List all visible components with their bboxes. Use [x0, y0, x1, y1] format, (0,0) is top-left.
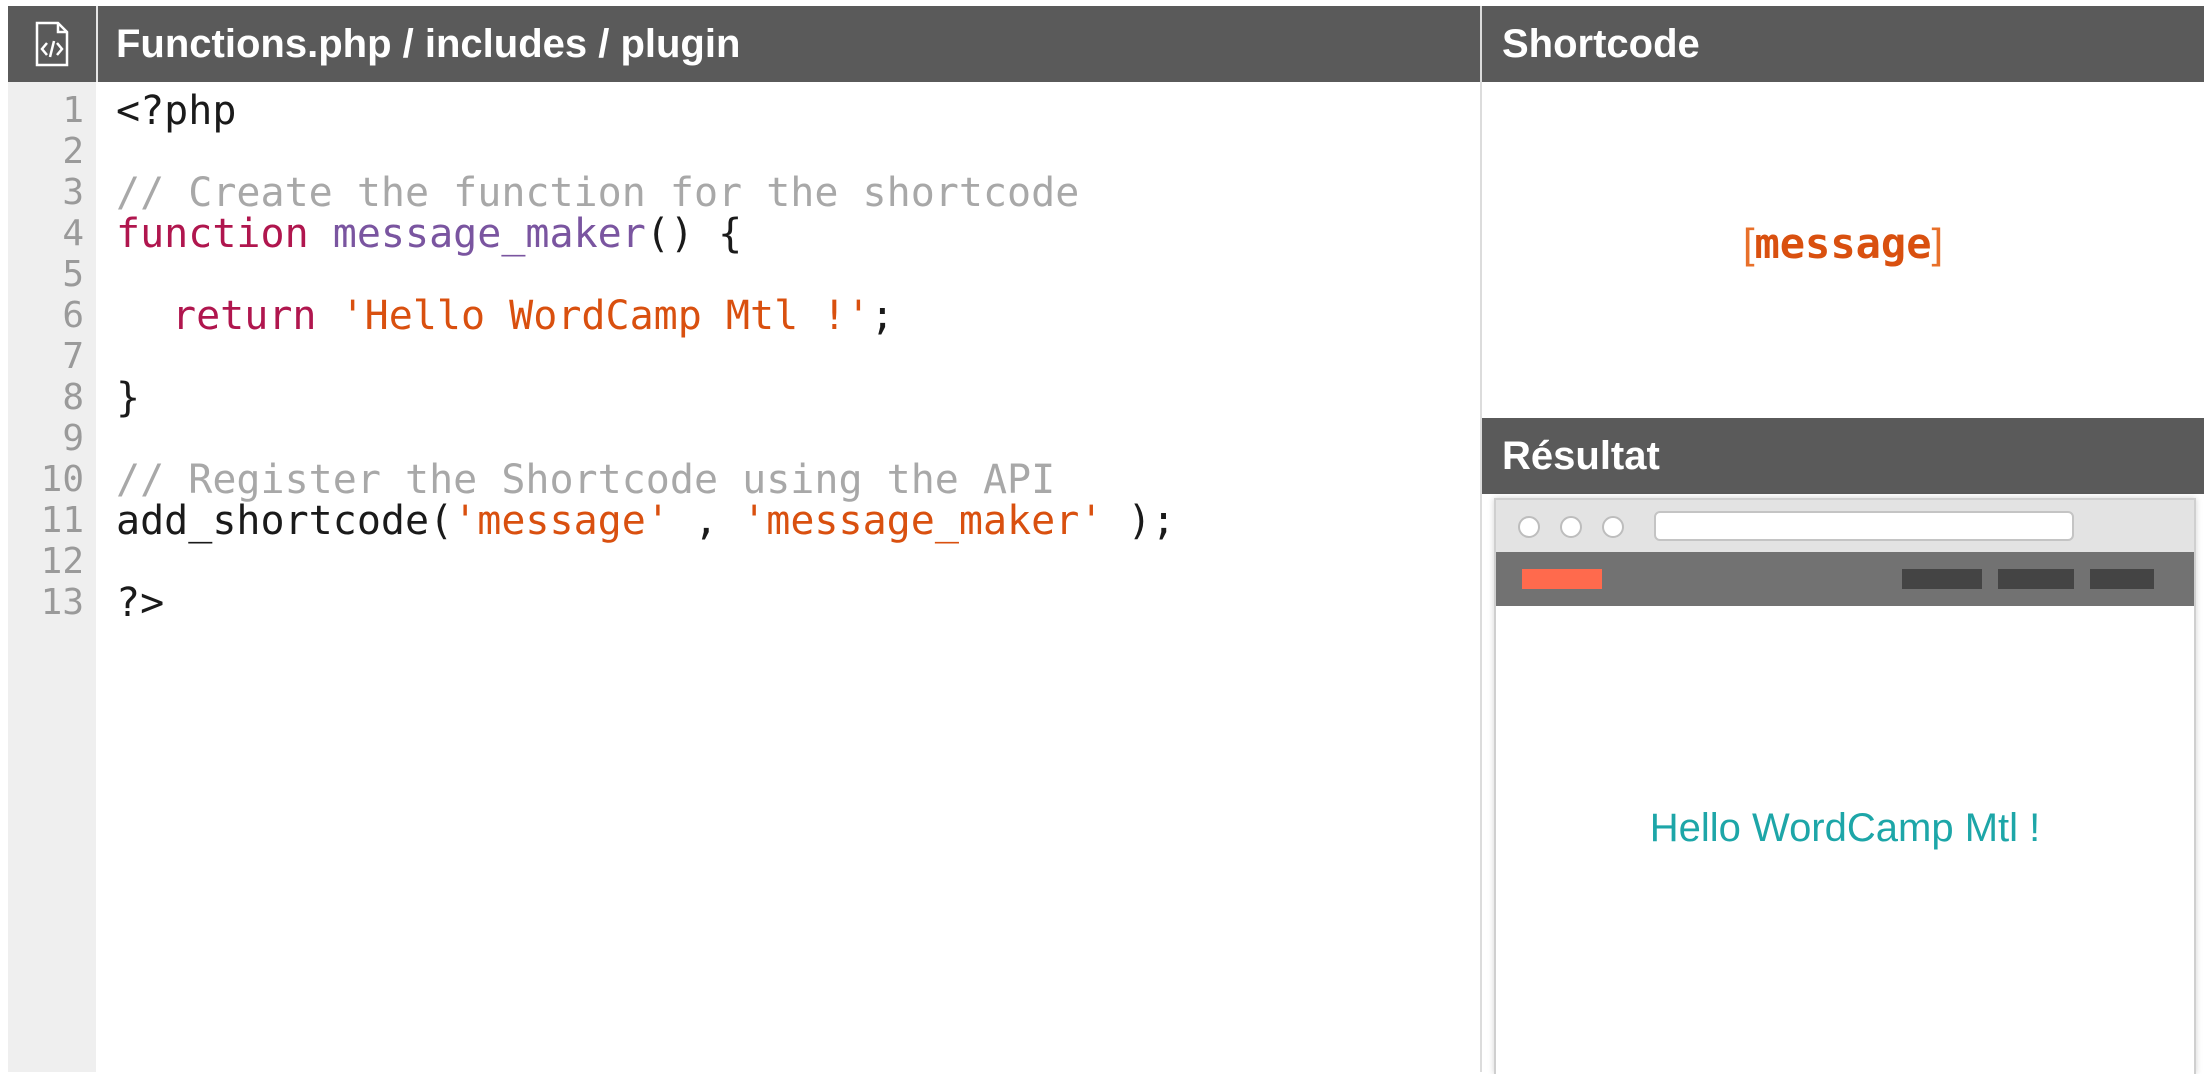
- site-logo: [1522, 569, 1602, 589]
- open-bracket: [: [1742, 219, 1755, 267]
- code-file-icon: [8, 6, 98, 82]
- browser-nav-bar: [1496, 552, 2194, 606]
- code-punctuation: () {: [645, 211, 743, 257]
- code-line-4: function message_maker() {: [116, 205, 742, 263]
- code-call: add_shortcode(: [116, 498, 454, 544]
- address-bar: [1654, 511, 2074, 541]
- window-dot-icon: [1560, 516, 1582, 538]
- code-editor[interactable]: <?php // Create the function for the sho…: [96, 82, 1480, 1072]
- function-name: message_maker: [332, 211, 646, 257]
- shortcode-panel: [message]: [1482, 82, 2204, 418]
- shortcode-tag: [message]: [1743, 219, 1943, 268]
- code-line-6: return 'Hello WordCamp Mtl !';: [172, 287, 895, 345]
- code-keyword: function: [116, 211, 309, 257]
- shortcode-header: Shortcode: [1482, 6, 2204, 82]
- nav-item-placeholder: [1998, 569, 2074, 589]
- code-punctuation: );: [1103, 498, 1176, 544]
- result-output: Hello WordCamp Mtl !: [1649, 805, 2041, 850]
- code-line-1: <?php: [116, 82, 236, 140]
- nav-item-placeholder: [1902, 569, 1982, 589]
- code-string: 'Hello WordCamp Mtl !': [340, 293, 871, 339]
- code-keyword: return: [172, 293, 317, 339]
- shortcode-name: message: [1754, 218, 1932, 268]
- code-line-13: ?>: [116, 574, 164, 632]
- line-number-gutter: 1 2 3 4 5 6 7 8 9 10 11 12 13: [8, 82, 96, 1072]
- result-header: Résultat: [1482, 418, 2204, 494]
- line-number: 13: [40, 582, 84, 623]
- slide-frame: Functions.php / includes / plugin 1 2 3 …: [8, 6, 2204, 1074]
- window-dot-icon: [1602, 516, 1624, 538]
- code-punctuation: ;: [870, 293, 895, 339]
- right-column: Shortcode [message] Résultat Hello WordC…: [1480, 6, 2204, 1074]
- code-punctuation: ,: [669, 498, 743, 544]
- code-line-11: add_shortcode('message' , 'message_maker…: [116, 492, 1176, 550]
- nav-item-placeholder: [2090, 569, 2154, 589]
- window-dot-icon: [1518, 516, 1540, 538]
- php-open-tag: <?php: [116, 88, 237, 134]
- editor-title: Functions.php / includes / plugin: [116, 22, 741, 66]
- browser-content: Hello WordCamp Mtl !: [1496, 606, 2194, 1074]
- browser-chrome: [1496, 500, 2194, 552]
- code-string: 'message': [453, 498, 670, 544]
- code-line-8: }: [116, 369, 140, 427]
- close-bracket: ]: [1931, 219, 1944, 267]
- browser-mockup: Hello WordCamp Mtl !: [1494, 498, 2196, 1074]
- editor-header: Functions.php / includes / plugin: [8, 6, 1480, 82]
- code-punctuation: }: [116, 375, 141, 421]
- php-close-tag: ?>: [116, 580, 165, 626]
- code-string: 'message_maker': [742, 498, 1104, 544]
